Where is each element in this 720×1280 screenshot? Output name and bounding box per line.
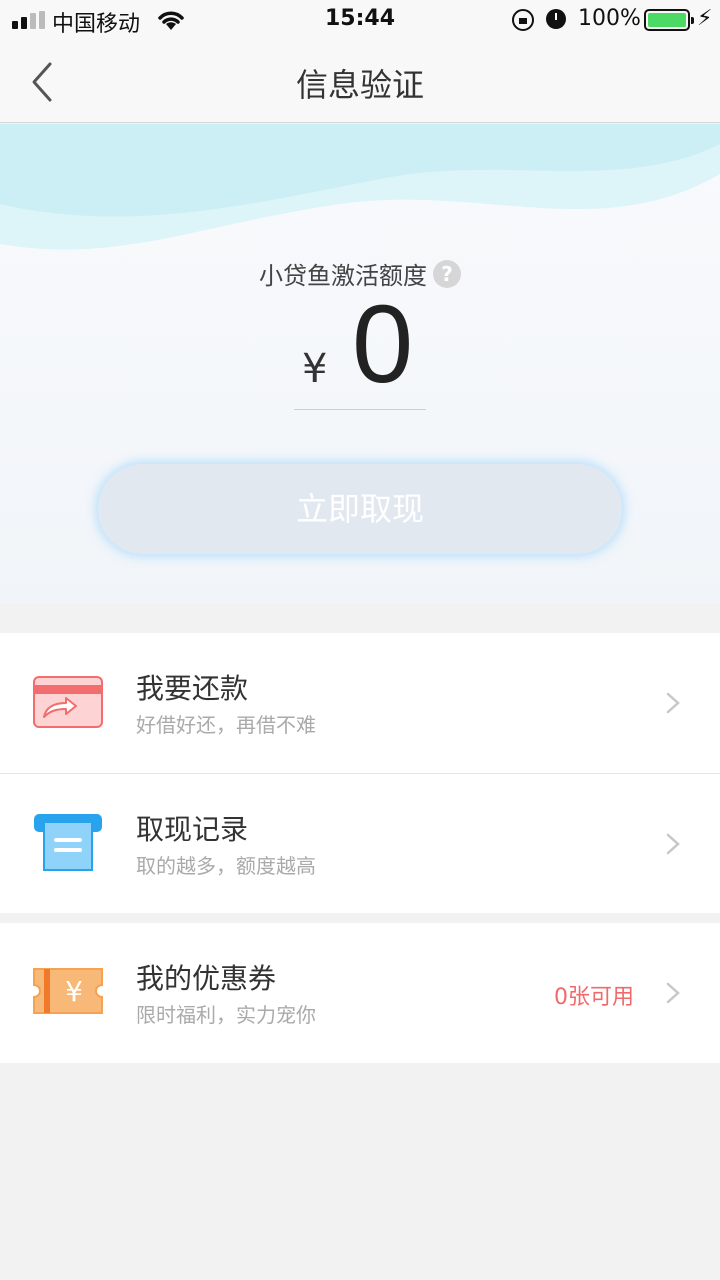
menu-item-subtitle: 取的越多，额度越高 <box>136 854 316 878</box>
menu-item-title: 我的优惠券 <box>136 962 277 995</box>
menu-item-withdraw-records[interactable]: 取现记录 取的越多，额度越高 <box>0 773 720 913</box>
nav-bar: 信息验证 <box>0 40 720 123</box>
alarm-icon <box>546 9 566 29</box>
status-bar: 中国移动 15:44 100% ⚡ <box>0 0 720 40</box>
page-title: 信息验证 <box>295 66 424 104</box>
coupon-icon: ¥ <box>33 968 103 1014</box>
charging-icon: ⚡ <box>697 6 713 31</box>
wave-decoration <box>0 124 720 250</box>
coupon-card: ¥ 我的优惠券 限时福利，实力宠你 0张可用 <box>0 923 720 1063</box>
menu-item-repay[interactable]: 我要还款 好借好还，再借不难 <box>0 633 720 773</box>
coupon-count-badge: 0张可用 <box>554 985 634 1010</box>
chevron-right-icon <box>666 982 680 1004</box>
battery-percentage: 100% <box>578 6 641 31</box>
chevron-right-icon <box>666 833 680 855</box>
help-icon[interactable]: ? <box>433 259 461 288</box>
menu-item-coupons[interactable]: ¥ 我的优惠券 限时福利，实力宠你 0张可用 <box>0 923 720 1063</box>
svg-text:¥: ¥ <box>65 975 83 1008</box>
withdraw-record-icon <box>34 814 102 871</box>
withdraw-button[interactable]: 立即取现 <box>98 464 622 554</box>
chevron-right-icon <box>666 692 680 714</box>
quota-amount: ¥ 0 <box>294 284 426 410</box>
quota-hero: 小贷鱼激活额度? ¥ 0 立即取现 <box>0 124 720 604</box>
menu-item-subtitle: 限时福利，实力宠你 <box>136 1003 316 1027</box>
battery-icon <box>644 9 694 31</box>
repay-card-icon <box>33 676 103 728</box>
menu-item-title: 我要还款 <box>136 672 249 705</box>
amount-value: 0 <box>352 283 414 406</box>
currency-symbol: ¥ <box>302 346 328 392</box>
rotation-lock-icon <box>512 9 534 31</box>
menu-item-subtitle: 好借好还，再借不难 <box>136 713 316 737</box>
menu-item-title: 取现记录 <box>136 813 249 846</box>
menu-card: 我要还款 好借好还，再借不难 取现记录 取的越多，额度越高 <box>0 633 720 913</box>
